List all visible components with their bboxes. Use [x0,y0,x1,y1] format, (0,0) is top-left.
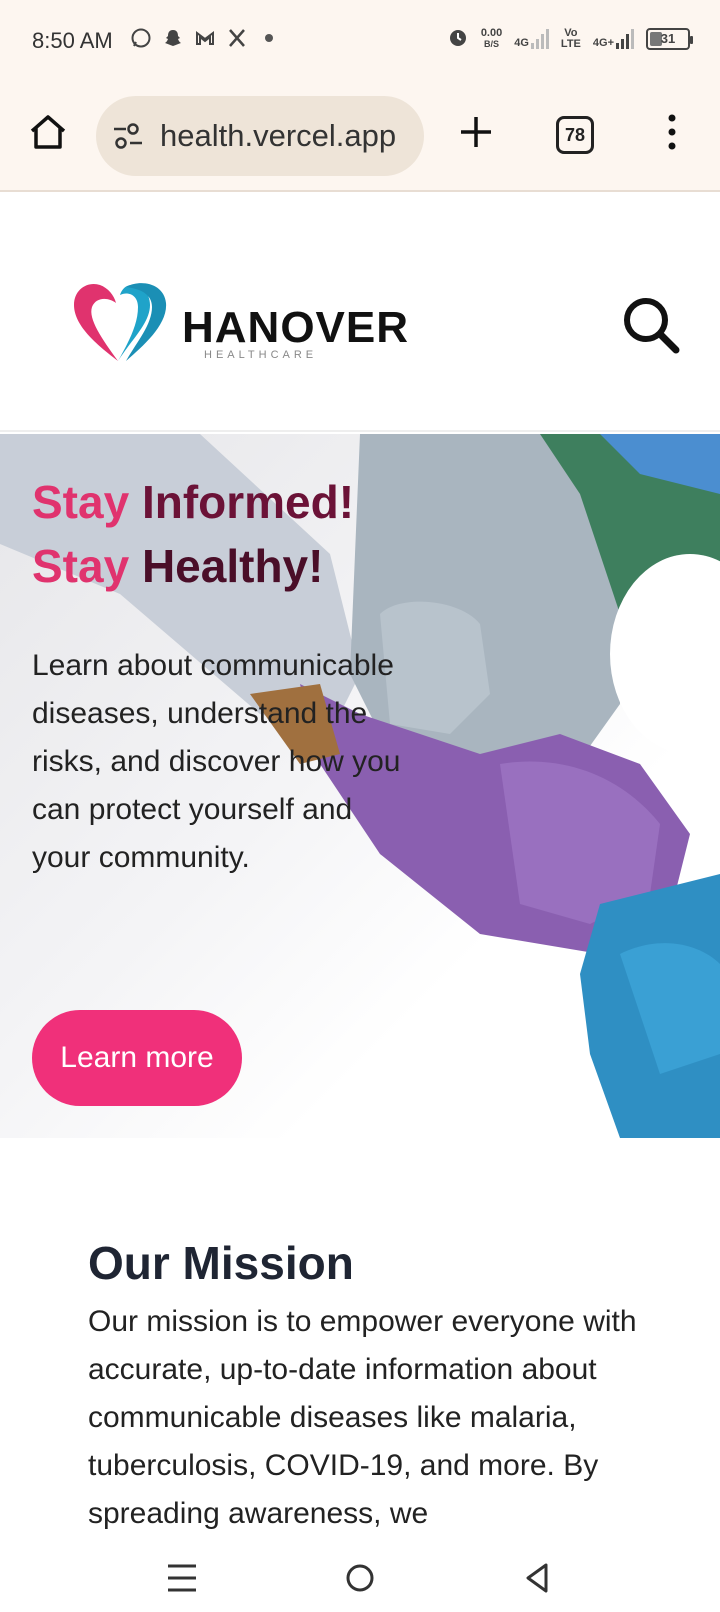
mission-text: Our mission is to empower everyone with … [88,1305,637,1530]
tab-switcher-button[interactable]: 78 [556,116,594,154]
new-tab-button[interactable] [454,110,498,154]
recent-apps-button[interactable] [160,1556,204,1600]
hero-title: Stay Informed! Stay Healthy! [32,470,354,598]
logo-wordmark: HANOVER [182,303,410,352]
dot-icon [258,27,280,49]
browser-toolbar: health.vercel.app 78 [0,80,720,192]
back-triangle-icon [526,1563,548,1593]
x-icon [226,27,248,49]
status-bar: 8:50 AM 0.00 B/S 4G Vo LTE 4G+ 31 [0,0,720,80]
signal-bars-icon [530,28,549,49]
net-speed-value: 0.00 [480,26,503,39]
logo-subtitle: HEALTHCARE [204,349,318,361]
signal-4g: 4G [514,28,549,49]
hero-title-stay-2: Stay [32,540,142,592]
volte-bottom: LTE [560,37,581,50]
hero-section: Stay Informed! Stay Healthy! Learn about… [0,434,720,1138]
alarm-icon [447,26,469,51]
signal-4g-label: 4G [514,36,529,49]
url-text[interactable]: health.vercel.app [160,118,410,154]
hero-title-line-1: Stay Informed! [32,470,354,534]
status-time: 8:50 AM [32,28,113,53]
mission-title: Our Mission [88,1237,354,1289]
battery-icon: 31 [646,27,693,50]
gmail-icon [194,27,216,49]
plus-icon [461,117,491,147]
site-header: HANOVER HEALTHCARE [0,192,720,432]
hero-title-informed: Informed! [141,476,355,528]
snapchat-icon [162,27,184,49]
notification-icons [130,27,280,49]
system-navigation-bar [0,1542,720,1612]
menu-lines-icon [168,1564,196,1592]
back-nav-button[interactable] [516,1556,560,1600]
battery-level: 31 [660,31,676,46]
home-icon [30,115,66,149]
site-settings-icon[interactable] [112,122,144,150]
learn-more-button[interactable]: Learn more [32,1010,242,1106]
volte-indicator: Vo LTE [560,26,581,50]
system-icons: 0.00 B/S 4G Vo LTE 4G+ 31 [447,26,693,51]
more-vertical-icon [668,114,676,150]
circle-home-icon [346,1564,374,1592]
signal-bars-strong-icon [616,28,634,49]
hero-title-line-2: Stay Healthy! [32,534,354,598]
net-speed: 0.00 B/S [480,26,503,50]
net-speed-unit: B/S [484,38,500,49]
hero-description: Learn about communicable diseases, under… [32,649,401,874]
search-icon [624,298,680,354]
mission-section: Our Mission Our mission is to empower ev… [0,1138,720,1542]
volte-top: Vo [564,26,578,39]
home-button[interactable] [26,110,70,154]
hero-title-healthy: Healthy! [141,540,324,592]
hero-title-stay-1: Stay [32,476,142,528]
address-bar[interactable]: health.vercel.app [96,96,424,176]
signal-4g-plus: 4G+ [592,28,634,49]
site-logo[interactable]: HANOVER HEALTHCARE [70,277,408,377]
search-button[interactable] [618,292,682,356]
browser-menu-button[interactable] [660,110,684,154]
home-nav-button[interactable] [338,1556,382,1600]
signal-4g-plus-label: 4G+ [592,36,614,49]
whatsapp-icon [130,27,152,49]
tab-count: 78 [564,124,586,145]
heart-logo-icon [74,283,167,361]
